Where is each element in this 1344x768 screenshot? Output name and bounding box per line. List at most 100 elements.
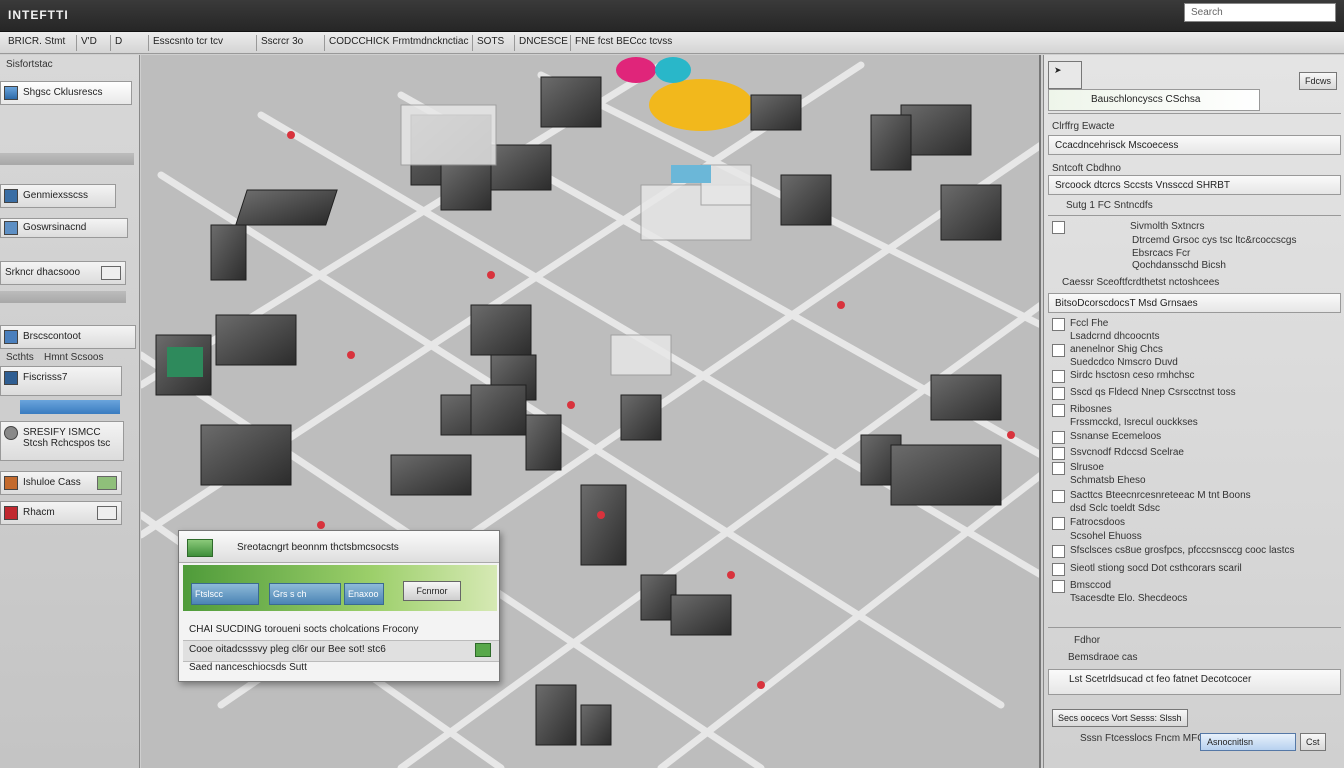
list-item[interactable]: Bmsccod: [1070, 580, 1111, 591]
sidebar-item-label: Fiscrisss7: [23, 372, 68, 383]
progress-bar: [20, 400, 120, 414]
dialog-titlebar: Sreotacngrt beonnm thctsbmcsocsts: [179, 531, 499, 563]
action-button[interactable]: Asnocnitlsn: [1200, 733, 1296, 751]
toggle-button[interactable]: [101, 266, 121, 280]
checkbox[interactable]: [1052, 370, 1065, 383]
menu-item[interactable]: Esscsnto tcr tcv: [148, 35, 227, 51]
dialog-tab[interactable]: Grs s ch: [269, 583, 341, 605]
menu-item[interactable]: V'D: [76, 35, 101, 51]
flag-row[interactable]: Sutg 1 FC Sntncdfs: [1066, 200, 1153, 211]
menu-item[interactable]: Sscrcr 3o: [256, 35, 307, 51]
sidebar-item[interactable]: Rhacm: [0, 501, 122, 525]
property-row[interactable]: Srcoock dtcrcs Sccsts Vnssccd SHRBT: [1048, 175, 1341, 195]
sidebar-item-label: SRESIFY ISMCC: [23, 427, 101, 438]
document-icon: [4, 189, 18, 203]
sidebar-section-label: Scthts: [6, 352, 34, 363]
count-badge: Cst: [1300, 733, 1326, 751]
folder-icon: [4, 86, 18, 100]
checkbox[interactable]: [1052, 431, 1065, 444]
sidebar-item-label: Brscscontoot: [23, 331, 81, 342]
checkbox[interactable]: [1052, 517, 1065, 530]
menu-item[interactable]: BRICR. Stmt: [4, 35, 69, 51]
properties-panel: ➤ Fdcws Bauschloncyscs CSchsa Clrffrg Ew…: [1043, 55, 1344, 768]
sidebar-section-label: Hmnt Scsoos: [44, 352, 104, 363]
top-button[interactable]: Fdcws: [1299, 72, 1338, 90]
sidebar-item[interactable]: Shgsc Cklusrescs: [0, 81, 132, 105]
list-item[interactable]: Ssvcnodf Rdccsd Scelrae: [1070, 447, 1184, 458]
menu-item[interactable]: FNE fcst BECcc tcvss: [570, 35, 676, 51]
menu-bar: BRICR. Stmt V'D D Esscsnto tcr tcv Sscrc…: [0, 32, 1344, 54]
checkbox[interactable]: [1052, 344, 1065, 357]
left-sidebar: Sisfortstac Shgsc Cklusrescs Genmiexsscs…: [0, 55, 140, 768]
list-item[interactable]: Lsadcrnd dhcoocnts: [1070, 331, 1160, 342]
menu-item[interactable]: CODCCHICK Frmtmdncknctiac: [324, 35, 472, 51]
property-row[interactable]: Ccacdncehrisck Mscoecess: [1048, 135, 1341, 155]
description-line: Sivmolth Sxtncrs: [1130, 221, 1205, 232]
check-icon[interactable]: [475, 643, 491, 657]
dialog-tab[interactable]: Ftslscc: [191, 583, 259, 605]
checkbox[interactable]: [1052, 545, 1065, 558]
list-item[interactable]: Fatrocsdoos: [1070, 517, 1125, 528]
menu-item[interactable]: D: [110, 35, 126, 51]
title-bar: INTEFTTI Search: [0, 0, 1344, 32]
checkbox[interactable]: [1052, 404, 1065, 417]
list-item[interactable]: Ssnanse Ecemeloos: [1070, 431, 1161, 442]
list-item[interactable]: Sfsclsces cs8ue grosfpcs, pfcccsnsccg co…: [1070, 545, 1295, 556]
list-item[interactable]: Sieotl stiong socd Dot csthcorars scaril: [1070, 563, 1242, 574]
sidebar-item-label: Goswrsinacnd: [23, 222, 87, 233]
sidebar-item[interactable]: Goswrsinacnd: [0, 218, 128, 238]
sidebar-item[interactable]: Srkncr dhacsooo: [0, 261, 126, 285]
checkbox[interactable]: [1052, 387, 1065, 400]
section-header[interactable]: BitsoDcorscdocsT Msd Grnsaes: [1048, 293, 1341, 313]
menu-item[interactable]: DNCESCE: [514, 35, 572, 51]
list-item[interactable]: Ribosnes: [1070, 404, 1112, 415]
list-item[interactable]: Sscd qs Fldecd Nnep Csrscctnst toss: [1070, 387, 1236, 398]
list-item[interactable]: Suedcdco Nmscro Duvd: [1070, 357, 1178, 368]
sidebar-item[interactable]: SRESIFY ISMCC Stcsh Rchcspos tsc: [0, 421, 124, 461]
cursor-icon[interactable]: ➤: [1048, 61, 1082, 89]
list-item[interactable]: Slrusoe: [1070, 462, 1104, 473]
sidebar-item[interactable]: Brscscontoot: [0, 325, 136, 349]
sidebar-item[interactable]: Genmiexsscss: [0, 184, 116, 208]
list-item[interactable]: anenelnor Shig Chcs: [1070, 344, 1163, 355]
gear-icon: [4, 426, 18, 440]
panel-header: Bauschloncyscs CSchsa: [1048, 89, 1260, 111]
dialog-tab[interactable]: Enaxoo: [344, 583, 384, 605]
footer-button[interactable]: Secs oocecs Vort Sesss: Slssh: [1052, 709, 1188, 727]
divider: [1048, 215, 1341, 216]
footer-row[interactable]: Lst Scetrldsucad ct feo fatnet Decotcoce…: [1048, 669, 1341, 695]
description-line: Qochdansschd Bicsh: [1132, 260, 1226, 271]
list-item[interactable]: Schmatsb Eheso: [1070, 475, 1146, 486]
footer-bottom: Sssn Ftcesslocs Fncm MFCfl: [1080, 733, 1210, 744]
list-item[interactable]: Scsohel Ehuoss: [1070, 531, 1142, 542]
footer-row-label: Lst Scetrldsucad ct feo fatnet Decotcoce…: [1069, 674, 1252, 685]
checkbox[interactable]: [1052, 490, 1065, 503]
checkbox[interactable]: [1052, 563, 1065, 576]
details-dialog: Sreotacngrt beonnm thctsbmcsocsts Ftslsc…: [178, 530, 500, 682]
monitor-icon: [4, 330, 18, 344]
chart-icon: [4, 476, 18, 490]
sidebar-item[interactable]: Ishuloe Cass: [0, 471, 122, 495]
dialog-text-line: Cooe oitadcsssvy pleg cl6r our Bee sot! …: [189, 644, 386, 655]
description-line: Dtrcemd Grsoc cys tsc ltc&rcoccscgs: [1132, 235, 1297, 246]
checkbox[interactable]: [1052, 447, 1065, 460]
list-item[interactable]: Tsacesdte Elo. Shecdeocs: [1070, 593, 1187, 604]
toggle-button[interactable]: [97, 506, 117, 520]
list-item[interactable]: dsd Sclc toeldt Sdsc: [1070, 503, 1160, 514]
monitor-icon: [1052, 221, 1065, 234]
list-item[interactable]: Sacttcs Bteecnrcesnreteeac M tnt Boons: [1070, 490, 1251, 501]
dialog-text-line: CHAI SUCDING toroueni socts cholcations …: [189, 624, 419, 635]
section-label: Sntcoft Cbdhno: [1052, 163, 1121, 174]
confirm-button[interactable]: Fcnrnor: [403, 581, 461, 601]
list-item[interactable]: Sirdc hsctosn ceso rmhchsc: [1070, 370, 1195, 381]
checkbox[interactable]: [1052, 580, 1065, 593]
menu-item[interactable]: SOTS: [472, 35, 508, 51]
list-item[interactable]: Frssmcckd, Isrecul ouckkses: [1070, 417, 1198, 428]
checkbox[interactable]: [1052, 462, 1065, 475]
sidebar-item[interactable]: Fiscrisss7: [0, 366, 122, 396]
search-input[interactable]: Search: [1184, 3, 1336, 22]
sidebar-item-label: Srkncr dhacsooo: [5, 267, 81, 278]
checkbox[interactable]: [1052, 318, 1065, 331]
list-item[interactable]: Fccl Fhe: [1070, 318, 1108, 329]
sidebar-item-label: Genmiexsscss: [23, 190, 89, 201]
